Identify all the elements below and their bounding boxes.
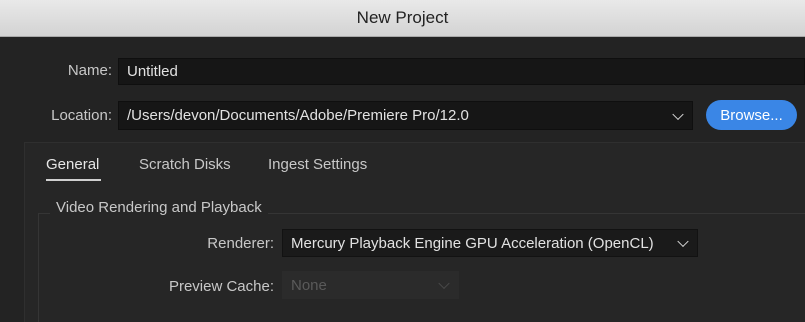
name-field[interactable]: Untitled — [118, 58, 805, 85]
tab-general[interactable]: General — [46, 156, 99, 173]
renderer-dropdown[interactable]: Mercury Playback Engine GPU Acceleration… — [282, 229, 698, 257]
preview-cache-dropdown[interactable]: None — [282, 271, 459, 299]
preview-cache-value: None — [291, 276, 327, 294]
chevron-down-icon — [677, 235, 689, 248]
renderer-value: Mercury Playback Engine GPU Acceleration… — [291, 234, 654, 252]
video-rendering-title: Video Rendering and Playback — [50, 199, 268, 216]
location-dropdown[interactable]: /Users/devon/Documents/Adobe/Premiere Pr… — [118, 101, 693, 130]
chevron-down-icon — [438, 277, 450, 290]
window-titlebar: New Project — [0, 0, 805, 37]
window-title: New Project — [356, 8, 449, 27]
active-tab-indicator — [46, 179, 101, 181]
browse-button[interactable]: Browse... — [706, 100, 797, 130]
name-label: Name: — [67, 62, 112, 79]
tab-scratch-disks[interactable]: Scratch Disks — [139, 156, 231, 173]
renderer-label: Renderer: — [207, 235, 274, 252]
preview-cache-label: Preview Cache: — [168, 278, 274, 295]
chevron-down-icon — [672, 108, 684, 120]
location-label: Location: — [51, 107, 112, 124]
tab-ingest-settings[interactable]: Ingest Settings — [268, 156, 367, 173]
name-field-value: Untitled — [127, 63, 178, 80]
location-value: /Users/devon/Documents/Adobe/Premiere Pr… — [127, 107, 469, 124]
